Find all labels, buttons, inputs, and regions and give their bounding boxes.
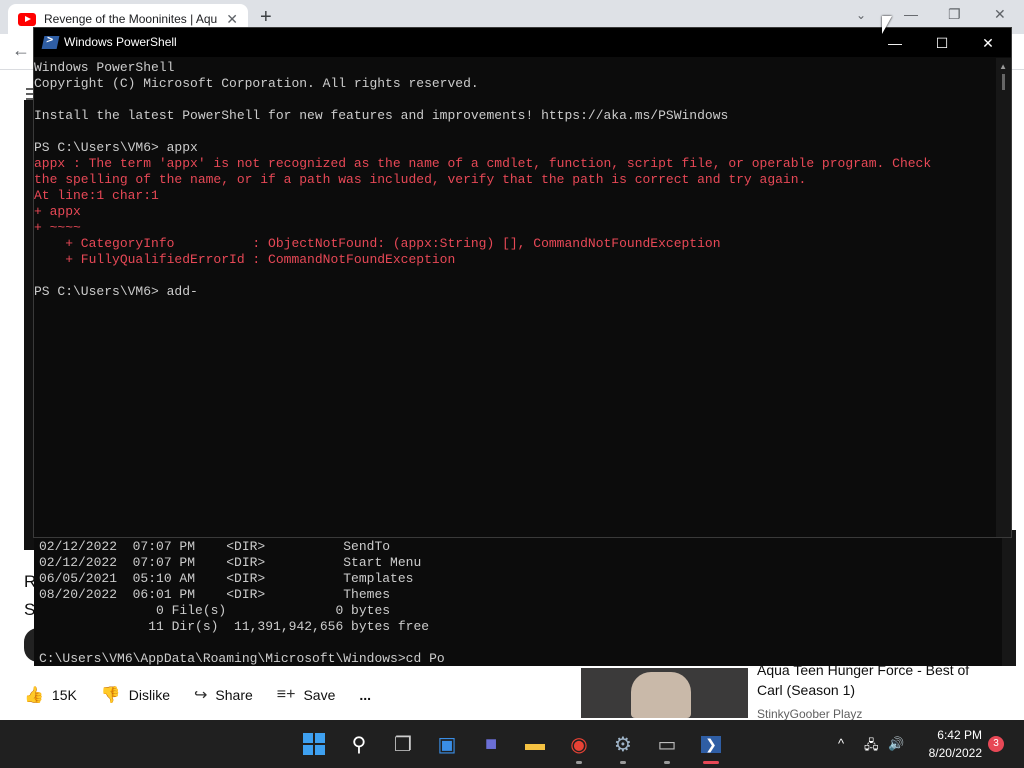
recommended-channel[interactable]: StinkyGoober Playz bbox=[757, 707, 862, 721]
teams-chat-icon: ■ bbox=[484, 732, 498, 755]
powershell-titlebar[interactable]: Windows PowerShell — ☐ ✕ bbox=[34, 28, 1011, 57]
console-line: Copyright (C) Microsoft Corporation. All… bbox=[34, 76, 479, 91]
console-line: Install the latest PowerShell for new fe… bbox=[34, 108, 729, 123]
share-icon: ↪ bbox=[194, 687, 208, 704]
start-button[interactable] bbox=[302, 732, 326, 756]
file-explorer-button[interactable]: ▬ bbox=[523, 732, 547, 756]
error-line: + appx bbox=[34, 204, 81, 219]
console-line: PS C:\Users\VM6> add- bbox=[34, 284, 198, 299]
close-button[interactable]: ✕ bbox=[973, 32, 1003, 54]
powershell-button[interactable]: ❯ bbox=[699, 732, 723, 764]
powershell-icon: ❯ bbox=[701, 735, 721, 753]
maximize-button[interactable]: ☐ bbox=[927, 32, 957, 54]
like-button[interactable]: 👍 15K bbox=[24, 685, 77, 705]
teams-chat-button[interactable]: ■ bbox=[479, 732, 503, 756]
powershell-window: Windows PowerShell — ☐ ✕ Windows PowerSh… bbox=[33, 27, 1012, 538]
volume-icon[interactable]: 🔊 bbox=[888, 736, 904, 752]
back-arrow-icon[interactable]: ← bbox=[12, 40, 30, 61]
taskbar-clock[interactable]: 6:42 PM 8/20/2022 bbox=[912, 726, 982, 762]
task-view-icon: ❐ bbox=[394, 733, 412, 756]
powershell-console[interactable]: Windows PowerShell Copyright (C) Microsof… bbox=[34, 58, 996, 537]
console-line: PS C:\Users\VM6> appx bbox=[34, 140, 198, 155]
dislike-label: Dislike bbox=[128, 687, 170, 703]
save-button[interactable]: ≡+ Save bbox=[277, 686, 336, 704]
settings-button[interactable]: ⚙ bbox=[611, 732, 635, 764]
cmd-scrollbar[interactable] bbox=[1002, 530, 1016, 666]
console-line: Windows PowerShell bbox=[34, 60, 175, 75]
task-view-button[interactable]: ❐ bbox=[391, 732, 415, 756]
save-label: Save bbox=[303, 687, 336, 703]
powershell-icon bbox=[41, 36, 60, 49]
clock-time: 6:42 PM bbox=[937, 728, 982, 742]
vertical-scrollbar[interactable]: ▲ bbox=[996, 58, 1011, 537]
settings-icon: ⚙ bbox=[614, 733, 632, 756]
tab-title: Revenge of the Mooninites | Aqu bbox=[44, 12, 218, 26]
mouse-cursor-icon bbox=[882, 16, 892, 34]
window-title: Windows PowerShell bbox=[64, 35, 177, 49]
cmd-line: 0 File(s) 0 bytes bbox=[39, 603, 391, 618]
cmd-line: 06/05/2021 05:10 AM <DIR> Templates bbox=[39, 571, 414, 586]
more-actions-button[interactable]: ... bbox=[359, 687, 371, 703]
youtube-favicon-icon bbox=[18, 12, 36, 26]
error-line: the spelling of the name, or if a path w… bbox=[34, 172, 807, 187]
more-icon: ... bbox=[359, 687, 372, 703]
thumbs-down-icon: 👎 bbox=[100, 687, 121, 704]
command-prompt-window[interactable]: 02/12/2022 07:07 PM <DIR> SendTo 02/12/2… bbox=[34, 530, 1016, 666]
running-indicator bbox=[664, 761, 670, 764]
widgets-button[interactable]: ▣ bbox=[435, 732, 459, 756]
error-line: At line:1 char:1 bbox=[34, 188, 159, 203]
network-icon[interactable]: 🖧 bbox=[864, 736, 879, 758]
command-prompt-icon: ▭ bbox=[657, 733, 677, 756]
browser-minimize-button[interactable]: — bbox=[904, 6, 918, 22]
search-button[interactable]: ⚲ bbox=[347, 732, 371, 756]
dislike-button[interactable]: 👎 Dislike bbox=[101, 685, 170, 705]
chrome-icon: ◉ bbox=[570, 733, 588, 756]
notification-badge[interactable]: 3 bbox=[988, 736, 1004, 752]
windows-logo-icon bbox=[303, 733, 325, 755]
search-icon: ⚲ bbox=[351, 733, 367, 756]
scroll-thumb[interactable] bbox=[1002, 74, 1005, 90]
playlist-add-icon: ≡+ bbox=[276, 686, 296, 703]
tab-close-icon[interactable]: ✕ bbox=[226, 11, 238, 28]
cmd-line: 11 Dir(s) 11,391,942,656 bytes free bbox=[39, 619, 430, 634]
scroll-up-icon[interactable]: ▲ bbox=[999, 62, 1007, 71]
chrome-button[interactable]: ◉ bbox=[567, 732, 591, 764]
browser-restore-button[interactable]: ❐ bbox=[948, 6, 961, 23]
share-button[interactable]: ↪ Share bbox=[194, 685, 253, 705]
active-indicator bbox=[703, 761, 719, 764]
new-tab-button[interactable]: + bbox=[260, 6, 272, 29]
tab-search-chevron-icon[interactable]: ⌄ bbox=[856, 8, 866, 22]
show-hidden-icons-chevron-icon[interactable]: ^ bbox=[838, 736, 844, 751]
widgets-icon: ▣ bbox=[437, 733, 457, 756]
error-line: + CategoryInfo : ObjectNotFound: (appx:S… bbox=[34, 236, 721, 251]
video-actions: 👍 15K 👎 Dislike ↪ Share ≡+ Save ... bbox=[24, 680, 395, 710]
recommended-thumbnail[interactable] bbox=[581, 668, 748, 718]
like-count: 15K bbox=[51, 687, 77, 703]
minimize-button[interactable]: — bbox=[880, 32, 910, 54]
cmd-prompt-line: C:\Users\VM6\AppData\Roaming\Microsoft\W… bbox=[39, 651, 445, 666]
error-line: + ~~~~ bbox=[34, 220, 81, 235]
error-line: + FullyQualifiedErrorId : CommandNotFoun… bbox=[34, 252, 456, 267]
running-indicator bbox=[576, 761, 582, 764]
cmd-line: 08/20/2022 06:01 PM <DIR> Themes bbox=[39, 587, 391, 602]
running-indicator bbox=[620, 761, 626, 764]
cmd-line: 02/12/2022 07:07 PM <DIR> Start Menu bbox=[39, 555, 422, 570]
error-line: appx : The term 'appx' is not recognized… bbox=[34, 156, 932, 171]
thumbs-up-icon: 👍 bbox=[24, 687, 44, 704]
thumbnail-figure bbox=[631, 672, 691, 718]
file-explorer-icon: ▬ bbox=[525, 732, 545, 755]
clock-date: 8/20/2022 bbox=[928, 746, 982, 760]
command-prompt-button[interactable]: ▭ bbox=[655, 732, 679, 764]
cmd-line: 02/12/2022 07:07 PM <DIR> SendTo bbox=[39, 539, 391, 554]
share-label: Share bbox=[215, 687, 253, 703]
browser-close-button[interactable]: ✕ bbox=[994, 6, 1006, 23]
recommended-title[interactable]: Aqua Teen Hunger Force - Best of Carl (S… bbox=[757, 660, 977, 700]
